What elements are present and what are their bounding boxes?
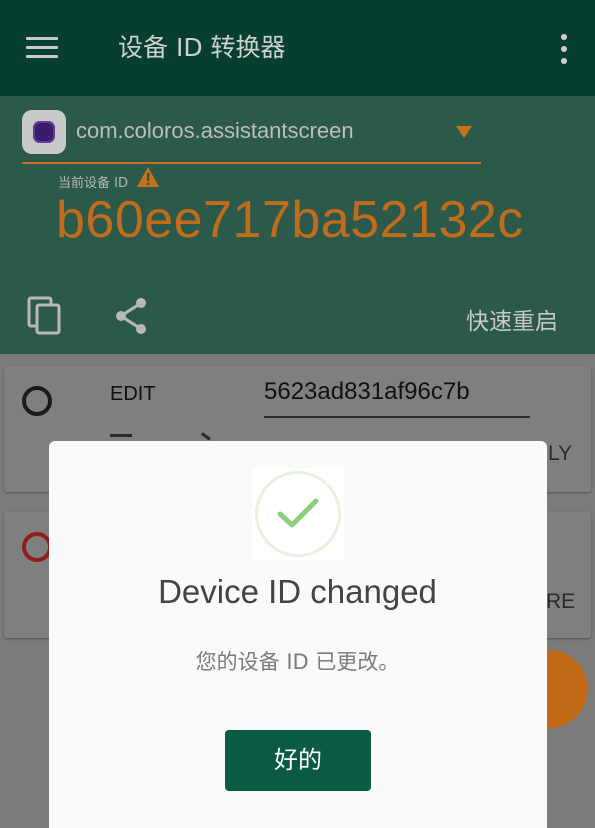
copy-icon[interactable] xyxy=(26,296,62,336)
current-id-label: 当前设备 ID xyxy=(58,176,128,191)
app-bar: 设备 ID 转换器 xyxy=(0,0,595,96)
card-action-label[interactable]: LY xyxy=(548,442,572,466)
edit-label: EDIT xyxy=(110,383,156,405)
input-underline xyxy=(264,416,530,418)
ok-button[interactable]: 好的 xyxy=(225,730,371,791)
radio-button[interactable] xyxy=(22,386,52,416)
more-options-icon[interactable] xyxy=(558,34,570,64)
package-name: com.coloros.assistantscreen xyxy=(76,118,354,143)
dropdown-arrow-icon[interactable] xyxy=(456,126,472,138)
current-device-id: b60ee717ba52132c xyxy=(56,191,524,249)
package-underline xyxy=(22,162,481,164)
check-icon xyxy=(255,471,341,557)
app-title: 设备 ID 转换器 xyxy=(118,33,286,62)
radio-button[interactable] xyxy=(22,532,52,562)
package-selector[interactable]: com.coloros.assistantscreen xyxy=(22,110,481,162)
new-id-input[interactable]: 5623ad831af96c7b xyxy=(264,378,470,406)
quick-restart-button[interactable]: 快速重启 xyxy=(466,302,558,336)
dialog-message: 您的设备 ID 已更改。 xyxy=(195,650,400,674)
share-icon[interactable] xyxy=(112,296,150,336)
menu-icon[interactable] xyxy=(26,37,58,59)
success-icon-container xyxy=(252,468,344,560)
dialog-title: Device ID changed xyxy=(158,573,437,610)
warning-icon xyxy=(137,167,159,187)
app-icon xyxy=(22,110,66,154)
